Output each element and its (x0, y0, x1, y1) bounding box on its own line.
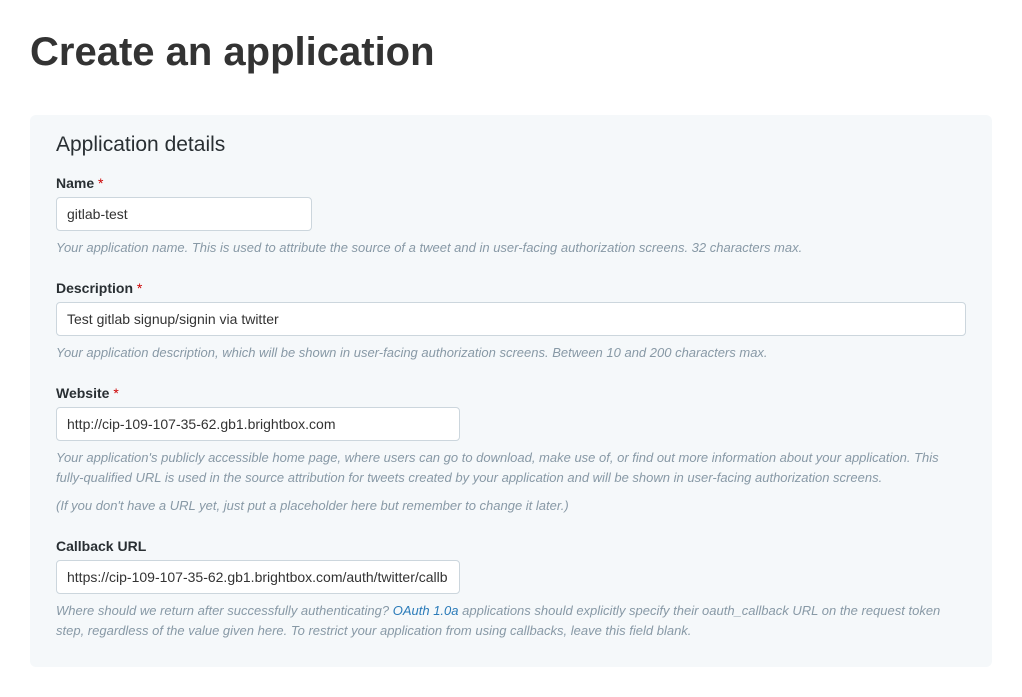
required-marker: * (98, 175, 103, 191)
required-marker: * (113, 385, 118, 401)
application-details-panel: Application details Name * Your applicat… (30, 115, 992, 667)
description-label: Description * (56, 280, 966, 296)
website-field-group: Website * Your application's publicly ac… (56, 385, 966, 515)
name-help: Your application name. This is used to a… (56, 238, 966, 258)
name-field-group: Name * Your application name. This is us… (56, 175, 966, 258)
website-label: Website * (56, 385, 966, 401)
website-help-line2: (If you don't have a URL yet, just put a… (56, 496, 966, 516)
callback-label: Callback URL (56, 538, 966, 554)
callback-label-text: Callback URL (56, 538, 146, 554)
description-input[interactable] (56, 302, 966, 336)
oauth-link[interactable]: OAuth 1.0a (393, 603, 459, 618)
description-label-text: Description (56, 280, 133, 296)
callback-input[interactable] (56, 560, 460, 594)
callback-help-prefix: Where should we return after successfull… (56, 603, 393, 618)
name-input[interactable] (56, 197, 312, 231)
website-help-line1: Your application's publicly accessible h… (56, 448, 966, 488)
description-field-group: Description * Your application descripti… (56, 280, 966, 363)
description-help: Your application description, which will… (56, 343, 966, 363)
callback-field-group: Callback URL Where should we return afte… (56, 538, 966, 641)
website-input[interactable] (56, 407, 460, 441)
name-label-text: Name (56, 175, 94, 191)
required-marker: * (137, 280, 142, 296)
panel-heading: Application details (56, 133, 966, 157)
callback-help: Where should we return after successfull… (56, 601, 966, 641)
website-label-text: Website (56, 385, 109, 401)
page-title: Create an application (30, 30, 992, 75)
name-label: Name * (56, 175, 966, 191)
